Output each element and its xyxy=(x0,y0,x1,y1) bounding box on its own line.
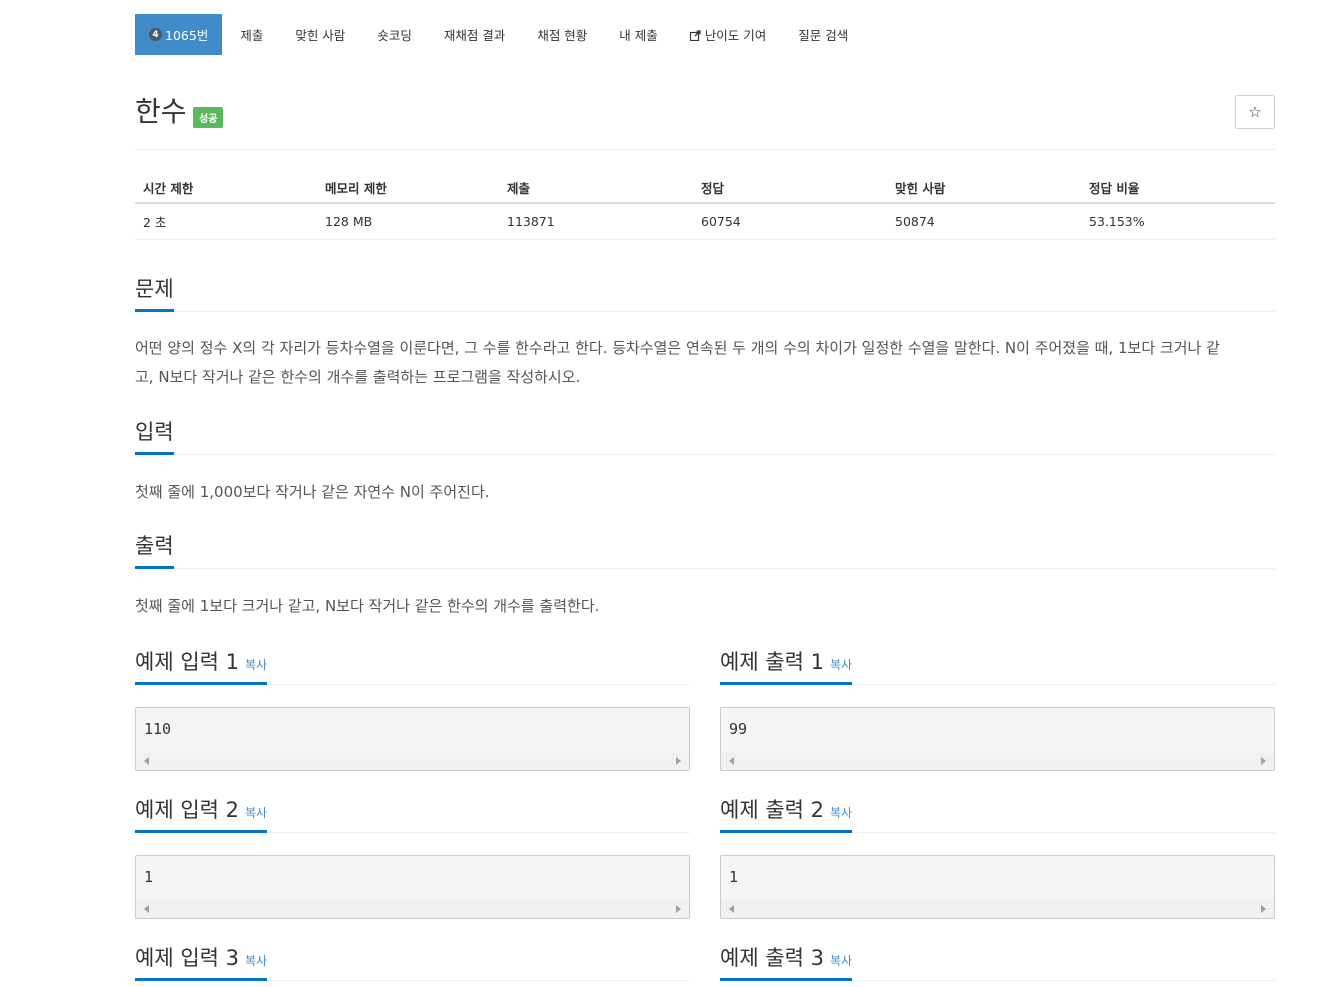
problem-nav: 4 1065번 제출 맞힌 사람 숏코딩 재채점 결과 채점 현황 내 제출 난… xyxy=(135,14,864,55)
nav-rejudge-results[interactable]: 재채점 결과 xyxy=(428,14,521,55)
sample-input-2-heading-wrap: 예제 입력 2 복사 xyxy=(135,794,268,833)
problem-info-table: 시간 제한 메모리 제한 제출 정답 맞힌 사람 정답 비율 2 초 128 M… xyxy=(135,172,1275,240)
scroll-left-icon[interactable] xyxy=(729,757,734,765)
description-section-header: 문제 xyxy=(135,273,1275,312)
sample-input-1-code: 110 xyxy=(144,720,172,738)
value-accepted: 60754 xyxy=(701,214,741,229)
header-time-limit: 시간 제한 xyxy=(143,180,194,196)
sample-output-3-header: 예제 출력 3 복사 xyxy=(720,942,1275,981)
sample-output-3-heading: 예제 출력 3 xyxy=(720,946,824,970)
scroll-right-icon[interactable] xyxy=(676,757,681,765)
value-time-limit: 2 초 xyxy=(143,215,167,230)
sample-input-3-header: 예제 입력 3 복사 xyxy=(135,942,690,981)
sample-input-3-heading: 예제 입력 3 xyxy=(135,946,239,970)
header-solved-users: 맞힌 사람 xyxy=(895,180,946,196)
copy-button[interactable]: 복사 xyxy=(830,658,852,672)
problem-title-row: 한수 성공 ☆ xyxy=(135,94,1275,134)
nav-problem-id[interactable]: 4 1065번 xyxy=(135,14,223,55)
description-line-1: 어떤 양의 정수 X의 각 자리가 등차수열을 이룬다면, 그 수를 한수라고 … xyxy=(135,339,1220,357)
description-text: 어떤 양의 정수 X의 각 자리가 등차수열을 이룬다면, 그 수를 한수라고 … xyxy=(135,334,1275,392)
sample-input-1-heading: 예제 입력 1 xyxy=(135,650,239,674)
horizontal-scrollbar[interactable] xyxy=(721,753,1274,770)
copy-button[interactable]: 복사 xyxy=(245,658,267,672)
scroll-right-icon[interactable] xyxy=(676,905,681,913)
sample-output-2-heading: 예제 출력 2 xyxy=(720,798,824,822)
horizontal-scrollbar[interactable] xyxy=(136,901,689,918)
scroll-left-icon[interactable] xyxy=(144,905,149,913)
copy-button[interactable]: 복사 xyxy=(830,806,852,820)
horizontal-scrollbar[interactable] xyxy=(721,901,1274,918)
sample-output-1-header: 예제 출력 1 복사 xyxy=(720,646,1275,685)
favorite-star-button[interactable]: ☆ xyxy=(1235,95,1275,129)
input-heading: 입력 xyxy=(135,416,174,455)
output-text: 첫째 줄에 1보다 크거나 같고, N보다 작거나 같은 한수의 개수를 출력한… xyxy=(135,597,600,615)
difficulty-label: 난이도 기여 xyxy=(704,28,767,43)
sample-input-1-header: 예제 입력 1 복사 xyxy=(135,646,690,685)
horizontal-scrollbar[interactable] xyxy=(136,753,689,770)
value-solved-users: 50874 xyxy=(895,214,935,229)
title-divider xyxy=(135,149,1275,150)
value-memory-limit: 128 MB xyxy=(325,214,373,229)
sample-input-3-heading-wrap: 예제 입력 3 복사 xyxy=(135,942,268,981)
description-line-2: 고, N보다 작거나 같은 한수의 개수를 출력하는 프로그램을 작성하시오. xyxy=(135,368,581,386)
sample-output-1-box[interactable]: 99 xyxy=(720,707,1275,771)
scroll-right-icon[interactable] xyxy=(1261,757,1266,765)
input-text: 첫째 줄에 1,000보다 작거나 같은 자연수 N이 주어진다. xyxy=(135,483,490,501)
copy-button[interactable]: 복사 xyxy=(245,954,267,968)
sample-output-3-heading-wrap: 예제 출력 3 복사 xyxy=(720,942,853,981)
input-section-header: 입력 xyxy=(135,416,1275,455)
problem-title: 한수 xyxy=(135,95,187,128)
scroll-left-icon[interactable] xyxy=(729,905,734,913)
sample-input-2-code: 1 xyxy=(144,868,154,886)
nav-my-submissions[interactable]: 내 제출 xyxy=(603,14,673,55)
nav-solved-users[interactable]: 맞힌 사람 xyxy=(279,14,361,55)
nav-question-search[interactable]: 질문 검색 xyxy=(782,14,864,55)
sample-output-1-code: 99 xyxy=(729,720,748,738)
sample-output-2-code: 1 xyxy=(729,868,739,886)
sample-input-1-heading-wrap: 예제 입력 1 복사 xyxy=(135,646,268,685)
status-badge: 성공 xyxy=(193,107,224,128)
header-accepted: 정답 xyxy=(701,180,725,196)
copy-button[interactable]: 복사 xyxy=(830,954,852,968)
header-accept-ratio: 정답 비율 xyxy=(1089,180,1140,196)
scroll-right-icon[interactable] xyxy=(1261,905,1266,913)
star-icon: ☆ xyxy=(1248,103,1262,121)
sample-output-2-header: 예제 출력 2 복사 xyxy=(720,794,1275,833)
sample-input-1-box[interactable]: 110 xyxy=(135,707,690,771)
external-link-icon xyxy=(689,29,701,42)
header-memory-limit: 메모리 제한 xyxy=(325,180,387,196)
nav-status[interactable]: 채점 현황 xyxy=(521,14,603,55)
info-value-row: 2 초 128 MB 113871 60754 50874 53.153% xyxy=(135,204,1275,240)
nav-short-coding[interactable]: 숏코딩 xyxy=(361,14,428,55)
nav-submit[interactable]: 제출 xyxy=(224,14,279,55)
sample-input-2-box[interactable]: 1 xyxy=(135,855,690,919)
problem-id-label: 1065번 xyxy=(165,28,209,43)
header-submissions: 제출 xyxy=(507,180,531,196)
sample-output-1-heading-wrap: 예제 출력 1 복사 xyxy=(720,646,853,685)
copy-button[interactable]: 복사 xyxy=(245,806,267,820)
scroll-left-icon[interactable] xyxy=(144,757,149,765)
description-heading: 문제 xyxy=(135,273,174,312)
info-header-row: 시간 제한 메모리 제한 제출 정답 맞힌 사람 정답 비율 xyxy=(135,172,1275,204)
nav-difficulty-contribution[interactable]: 난이도 기여 xyxy=(674,14,782,55)
sample-output-2-box[interactable]: 1 xyxy=(720,855,1275,919)
tier-icon: 4 xyxy=(149,28,162,41)
output-section-header: 출력 xyxy=(135,530,1275,569)
sample-output-2-heading-wrap: 예제 출력 2 복사 xyxy=(720,794,853,833)
value-submissions: 113871 xyxy=(507,214,555,229)
sample-output-1-heading: 예제 출력 1 xyxy=(720,650,824,674)
sample-input-2-header: 예제 입력 2 복사 xyxy=(135,794,690,833)
value-accept-ratio: 53.153% xyxy=(1089,214,1145,229)
output-heading: 출력 xyxy=(135,530,174,569)
sample-input-2-heading: 예제 입력 2 xyxy=(135,798,239,822)
